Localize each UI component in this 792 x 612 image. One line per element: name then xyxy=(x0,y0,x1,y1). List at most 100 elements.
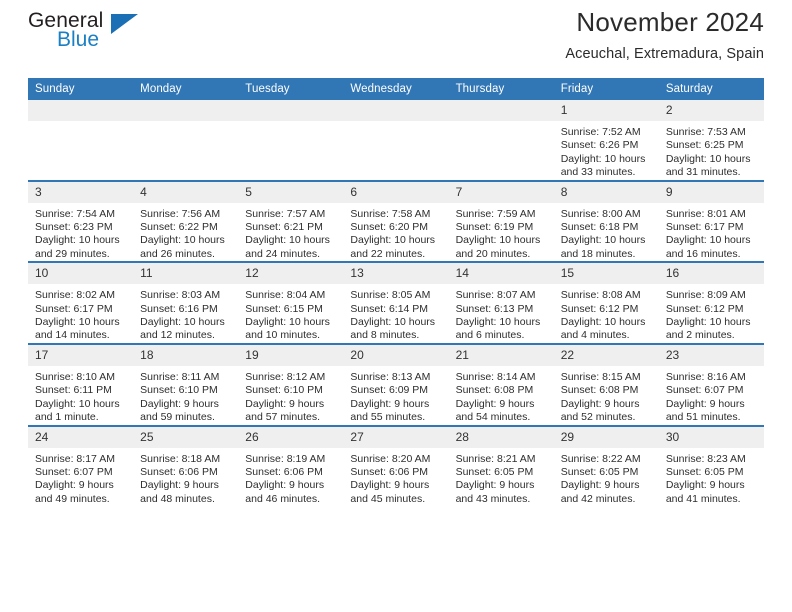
day-number xyxy=(238,100,344,121)
calendar-day-cell[interactable]: 20 Sunrise: 8:13 AM Sunset: 6:09 PM Dayligh… xyxy=(343,342,449,426)
calendar-day-cell[interactable]: 5 Sunrise: 7:57 AM Sunset: 6:21 PM Daylight… xyxy=(238,179,344,263)
calendar-week-row: 17 Sunrise: 8:10 AM Sunset: 6:11 PM Dayligh… xyxy=(28,342,764,426)
day-number: 16 xyxy=(658,263,764,285)
day-number xyxy=(133,100,239,121)
sunrise-text: Sunrise: 8:21 AM xyxy=(455,452,536,465)
sunrise-text: Sunrise: 8:03 AM xyxy=(140,289,221,302)
calendar-page: General Blue November 2024 Aceuchal, Ext… xyxy=(0,0,792,612)
calendar-day-cell[interactable]: 30 Sunrise: 8:23 AM Sunset: 6:05 PM Dayligh… xyxy=(658,424,764,507)
day-number: 10 xyxy=(28,263,134,285)
day-details: Sunrise: 8:23 AM Sunset: 6:05 PM Daylight:… xyxy=(659,448,764,507)
calendar-day-cell[interactable]: 21 Sunrise: 8:14 AM Sunset: 6:08 PM Dayligh… xyxy=(448,342,554,426)
sunset-text: Sunset: 6:10 PM xyxy=(245,384,323,397)
calendar-day-cell[interactable]: 16 Sunrise: 8:09 AM Sunset: 6:12 PM Dayligh… xyxy=(658,261,764,344)
daylight-text: Daylight: 10 hours and 26 minutes. xyxy=(140,234,225,260)
calendar-cell-empty xyxy=(238,100,344,181)
day-details: Sunrise: 8:21 AM Sunset: 6:05 PM Daylight:… xyxy=(449,448,554,507)
daylight-text: Daylight: 10 hours and 1 minute. xyxy=(35,397,120,424)
calendar-day-cell[interactable]: 12 Sunrise: 8:04 AM Sunset: 6:15 PM Dayligh… xyxy=(238,261,344,344)
calendar-week-row: 3 Sunrise: 7:54 AM Sunset: 6:23 PM Daylight… xyxy=(28,179,764,263)
sunrise-text: Sunrise: 7:58 AM xyxy=(350,207,431,220)
calendar-day-cell[interactable]: 13 Sunrise: 8:05 AM Sunset: 6:14 PM Dayligh… xyxy=(343,261,449,344)
day-details: Sunrise: 8:16 AM Sunset: 6:07 PM Daylight:… xyxy=(659,366,764,425)
calendar-day-cell[interactable]: 18 Sunrise: 8:11 AM Sunset: 6:10 PM Dayligh… xyxy=(133,342,239,426)
day-number: 6 xyxy=(343,181,449,203)
calendar-day-cell[interactable]: 22 Sunrise: 8:15 AM Sunset: 6:08 PM Dayligh… xyxy=(553,342,659,426)
daylight-text: Daylight: 10 hours and 33 minutes. xyxy=(560,152,646,179)
daylight-text: Daylight: 10 hours and 2 minutes. xyxy=(665,316,751,342)
sunrise-text: Sunrise: 8:12 AM xyxy=(245,370,326,383)
day-number: 29 xyxy=(553,426,659,448)
calendar-day-cell[interactable]: 1 Sunrise: 7:52 AM Sunset: 6:26 PM Daylight… xyxy=(553,100,659,181)
day-details xyxy=(449,121,554,126)
day-details: Sunrise: 8:09 AM Sunset: 6:12 PM Daylight:… xyxy=(659,284,764,343)
sunset-text: Sunset: 6:05 PM xyxy=(455,465,534,478)
sunrise-text: Sunrise: 8:11 AM xyxy=(140,370,220,383)
day-details: Sunrise: 8:20 AM Sunset: 6:06 PM Daylight:… xyxy=(343,448,448,507)
sunset-text: Sunset: 6:20 PM xyxy=(350,221,429,234)
day-number: 4 xyxy=(133,181,239,203)
sunrise-text: Sunrise: 8:23 AM xyxy=(665,452,746,465)
page-title: November 2024 xyxy=(576,7,764,37)
daylight-text: Daylight: 9 hours and 54 minutes. xyxy=(455,397,535,424)
daylight-text: Daylight: 10 hours and 6 minutes. xyxy=(455,316,541,342)
daylight-text: Daylight: 10 hours and 12 minutes. xyxy=(140,316,225,342)
day-details: Sunrise: 8:10 AM Sunset: 6:11 PM Daylight:… xyxy=(28,366,133,425)
calendar-day-cell[interactable]: 10 Sunrise: 8:02 AM Sunset: 6:17 PM Dayligh… xyxy=(28,261,134,344)
sunset-text: Sunset: 6:22 PM xyxy=(140,221,218,234)
calendar-day-cell[interactable]: 11 Sunrise: 8:03 AM Sunset: 6:16 PM Dayligh… xyxy=(133,261,239,344)
sunset-text: Sunset: 6:18 PM xyxy=(560,221,639,234)
calendar-day-cell[interactable]: 8 Sunrise: 8:00 AM Sunset: 6:18 PM Daylight… xyxy=(553,179,659,263)
day-details: Sunrise: 8:04 AM Sunset: 6:15 PM Daylight:… xyxy=(238,284,343,343)
daylight-text: Daylight: 10 hours and 8 minutes. xyxy=(350,316,436,342)
calendar-day-cell[interactable]: 4 Sunrise: 7:56 AM Sunset: 6:22 PM Daylight… xyxy=(133,179,239,263)
brand-logo[interactable]: General Blue xyxy=(28,10,168,62)
calendar-day-cell[interactable]: 23 Sunrise: 8:16 AM Sunset: 6:07 PM Dayligh… xyxy=(658,342,764,426)
day-details xyxy=(343,121,448,126)
calendar-day-cell[interactable]: 26 Sunrise: 8:19 AM Sunset: 6:06 PM Dayligh… xyxy=(238,424,344,507)
sunrise-text: Sunrise: 8:09 AM xyxy=(665,289,746,302)
day-details: Sunrise: 8:02 AM Sunset: 6:17 PM Daylight:… xyxy=(28,284,133,343)
calendar-day-cell[interactable]: 7 Sunrise: 7:59 AM Sunset: 6:19 PM Daylight… xyxy=(448,179,554,263)
day-number: 14 xyxy=(448,263,554,285)
day-number: 7 xyxy=(448,181,554,203)
day-details xyxy=(238,121,343,126)
day-number xyxy=(28,100,134,121)
daylight-text: Daylight: 10 hours and 29 minutes. xyxy=(35,234,120,260)
calendar-day-cell[interactable]: 14 Sunrise: 8:07 AM Sunset: 6:13 PM Dayligh… xyxy=(448,261,554,344)
sunrise-text: Sunrise: 8:22 AM xyxy=(560,452,641,465)
day-details xyxy=(133,121,238,126)
calendar-day-cell[interactable]: 2 Sunrise: 7:53 AM Sunset: 6:25 PM Daylight… xyxy=(658,100,764,181)
calendar-day-cell[interactable]: 6 Sunrise: 7:58 AM Sunset: 6:20 PM Daylight… xyxy=(343,179,449,263)
day-details: Sunrise: 8:12 AM Sunset: 6:10 PM Daylight:… xyxy=(238,366,343,425)
day-number: 13 xyxy=(343,263,449,285)
sunrise-text: Sunrise: 7:56 AM xyxy=(140,207,221,220)
day-number: 8 xyxy=(553,181,659,203)
day-number: 22 xyxy=(553,344,659,366)
calendar-day-cell[interactable]: 3 Sunrise: 7:54 AM Sunset: 6:23 PM Daylight… xyxy=(28,179,134,263)
sunset-text: Sunset: 6:25 PM xyxy=(665,139,744,152)
calendar-day-cell[interactable]: 19 Sunrise: 8:12 AM Sunset: 6:10 PM Dayligh… xyxy=(238,342,344,426)
weekday-header-wednesday: Wednesday xyxy=(343,78,449,100)
day-details: Sunrise: 8:01 AM Sunset: 6:17 PM Daylight:… xyxy=(659,203,764,262)
day-number xyxy=(448,100,554,121)
calendar-day-cell[interactable]: 29 Sunrise: 8:22 AM Sunset: 6:05 PM Dayligh… xyxy=(553,424,659,507)
day-number xyxy=(343,100,449,121)
weekday-header-tuesday: Tuesday xyxy=(238,78,344,100)
sunset-text: Sunset: 6:26 PM xyxy=(560,139,639,152)
weekday-header-sunday: Sunday xyxy=(28,78,134,100)
calendar-day-cell[interactable]: 15 Sunrise: 8:08 AM Sunset: 6:12 PM Dayligh… xyxy=(553,261,659,344)
daylight-text: Daylight: 10 hours and 22 minutes. xyxy=(350,234,436,260)
calendar-day-cell[interactable]: 9 Sunrise: 8:01 AM Sunset: 6:17 PM Daylight… xyxy=(658,179,764,263)
calendar-day-cell[interactable]: 27 Sunrise: 8:20 AM Sunset: 6:06 PM Dayligh… xyxy=(343,424,449,507)
brand-flag-icon xyxy=(111,14,138,34)
day-number: 5 xyxy=(238,181,344,203)
sunset-text: Sunset: 6:17 PM xyxy=(665,221,744,234)
daylight-text: Daylight: 9 hours and 48 minutes. xyxy=(140,479,219,505)
calendar-day-cell[interactable]: 28 Sunrise: 8:21 AM Sunset: 6:05 PM Dayligh… xyxy=(448,424,554,507)
calendar-day-cell[interactable]: 25 Sunrise: 8:18 AM Sunset: 6:06 PM Dayligh… xyxy=(133,424,239,507)
calendar-day-cell[interactable]: 17 Sunrise: 8:10 AM Sunset: 6:11 PM Dayligh… xyxy=(28,342,134,426)
sunset-text: Sunset: 6:10 PM xyxy=(140,384,218,397)
calendar-day-cell[interactable]: 24 Sunrise: 8:17 AM Sunset: 6:07 PM Dayligh… xyxy=(28,424,134,507)
title-block: November 2024 Aceuchal, Extremadura, Spa… xyxy=(565,0,764,64)
